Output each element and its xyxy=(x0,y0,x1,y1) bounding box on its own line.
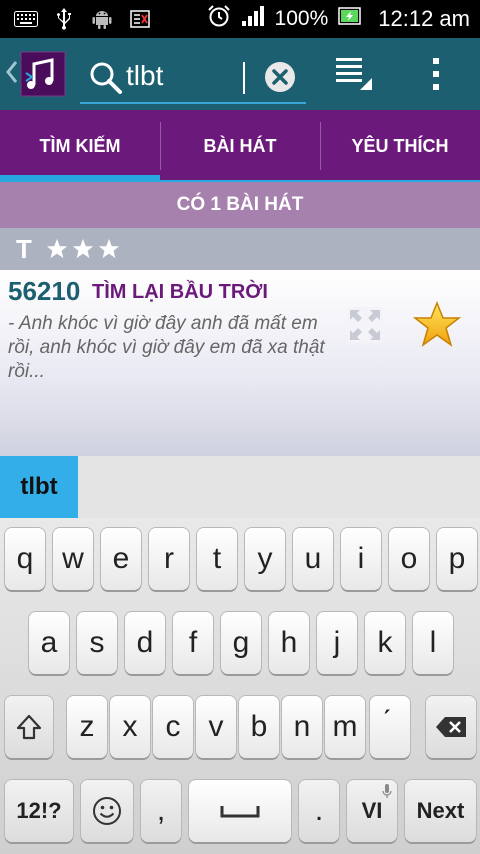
key-x[interactable]: x xyxy=(110,696,150,758)
song-title: TÌM LẠI BẦU TRỜI xyxy=(92,281,268,303)
tab-bar: TÌM KIẾM BÀI HÁT YÊU THÍCH xyxy=(0,110,480,182)
emoji-key[interactable] xyxy=(81,780,133,842)
key-b[interactable]: b xyxy=(239,696,279,758)
key-k[interactable]: k xyxy=(365,612,405,674)
battery-percent: 100% xyxy=(274,7,329,30)
symbols-key[interactable]: 12!? xyxy=(5,780,73,842)
clear-search-button[interactable] xyxy=(264,61,296,93)
key-i[interactable]: i xyxy=(341,528,381,590)
language-label: VI xyxy=(361,798,383,823)
overflow-menu-icon[interactable] xyxy=(428,56,444,92)
back-chevron-icon[interactable] xyxy=(4,60,20,84)
key-s[interactable]: s xyxy=(77,612,117,674)
space-key[interactable] xyxy=(189,780,291,842)
shift-icon xyxy=(16,714,42,740)
song-list: 56210 TÌM LẠI BẦU TRỜI - Anh khóc vì giờ… xyxy=(0,270,480,456)
song-lyric: - Anh khóc vì giờ đây anh đã mất em rồi,… xyxy=(8,313,325,382)
smiley-icon xyxy=(93,797,121,825)
key-y[interactable]: y xyxy=(245,528,285,590)
key-f[interactable]: f xyxy=(173,612,213,674)
app-logo-icon[interactable] xyxy=(20,51,66,97)
language-key[interactable]: VI xyxy=(347,780,397,842)
tab-label: YÊU THÍCH xyxy=(351,135,449,156)
expand-icon[interactable] xyxy=(346,306,384,344)
key-z[interactable]: z xyxy=(67,696,107,758)
key-accent[interactable]: ́ xyxy=(370,696,410,758)
key-p[interactable]: p xyxy=(437,528,477,590)
star-icon xyxy=(72,238,93,259)
song-code: 56210 xyxy=(8,276,81,306)
key-a[interactable]: a xyxy=(29,612,69,674)
usb-icon xyxy=(52,8,76,30)
period-key[interactable]: . xyxy=(299,780,339,842)
comma-key[interactable]: , xyxy=(141,780,181,842)
star-icon xyxy=(46,238,67,259)
list-menu-icon[interactable] xyxy=(334,56,374,92)
soft-keyboard: q w e r t y u i o p a s d f g h j k l z … xyxy=(0,518,480,854)
key-g[interactable]: g xyxy=(221,612,261,674)
key-n[interactable]: n xyxy=(282,696,322,758)
section-header: T xyxy=(0,228,480,270)
key-r[interactable]: r xyxy=(149,528,189,590)
key-w[interactable]: w xyxy=(53,528,93,590)
key-o[interactable]: o xyxy=(389,528,429,590)
battery-icon xyxy=(338,6,362,32)
clock: 12:12 am xyxy=(378,6,470,31)
key-q[interactable]: q xyxy=(5,528,45,590)
alarm-icon xyxy=(207,4,231,34)
result-count-bar: CÓ 1 BÀI HÁT xyxy=(0,182,480,228)
key-c[interactable]: c xyxy=(153,696,193,758)
text-caret xyxy=(243,62,245,94)
search-box[interactable] xyxy=(80,52,306,104)
key-v[interactable]: v xyxy=(196,696,236,758)
android-icon xyxy=(90,8,114,30)
key-t[interactable]: t xyxy=(197,528,237,590)
key-m[interactable]: m xyxy=(325,696,365,758)
suggestion-item[interactable]: tlbt xyxy=(0,456,78,518)
favorite-star-icon[interactable] xyxy=(412,300,462,350)
tab-label: BÀI HÁT xyxy=(203,135,277,156)
backspace-key[interactable] xyxy=(426,696,476,758)
key-u[interactable]: u xyxy=(293,528,333,590)
backspace-icon xyxy=(436,717,466,737)
key-l[interactable]: l xyxy=(413,612,453,674)
next-key[interactable]: Next xyxy=(405,780,476,842)
star-rating xyxy=(46,238,120,260)
tab-label: TÌM KIẾM xyxy=(39,135,121,156)
key-j[interactable]: j xyxy=(317,612,357,674)
keyboard-icon xyxy=(14,8,38,30)
shift-key[interactable] xyxy=(5,696,53,758)
signal-icon xyxy=(241,5,265,33)
key-e[interactable]: e xyxy=(101,528,141,590)
star-icon xyxy=(98,238,119,259)
tab-songs[interactable]: BÀI HÁT xyxy=(160,110,320,182)
debug-icon xyxy=(128,8,152,30)
tab-favorites[interactable]: YÊU THÍCH xyxy=(320,110,480,182)
suggestion-strip: tlbt xyxy=(0,456,480,518)
tab-search[interactable]: TÌM KIẾM xyxy=(0,110,160,182)
key-h[interactable]: h xyxy=(269,612,309,674)
search-icon xyxy=(88,60,124,96)
list-item[interactable]: 56210 TÌM LẠI BẦU TRỜI - Anh khóc vì giờ… xyxy=(0,270,480,456)
result-count-label: CÓ 1 BÀI HÁT xyxy=(176,194,304,215)
space-icon xyxy=(220,806,260,818)
status-bar: 100% 12:12 am xyxy=(0,0,480,38)
section-letter: T xyxy=(16,233,32,264)
key-d[interactable]: d xyxy=(125,612,165,674)
microphone-icon xyxy=(382,784,392,798)
action-bar xyxy=(0,38,480,110)
search-input[interactable] xyxy=(126,58,246,94)
